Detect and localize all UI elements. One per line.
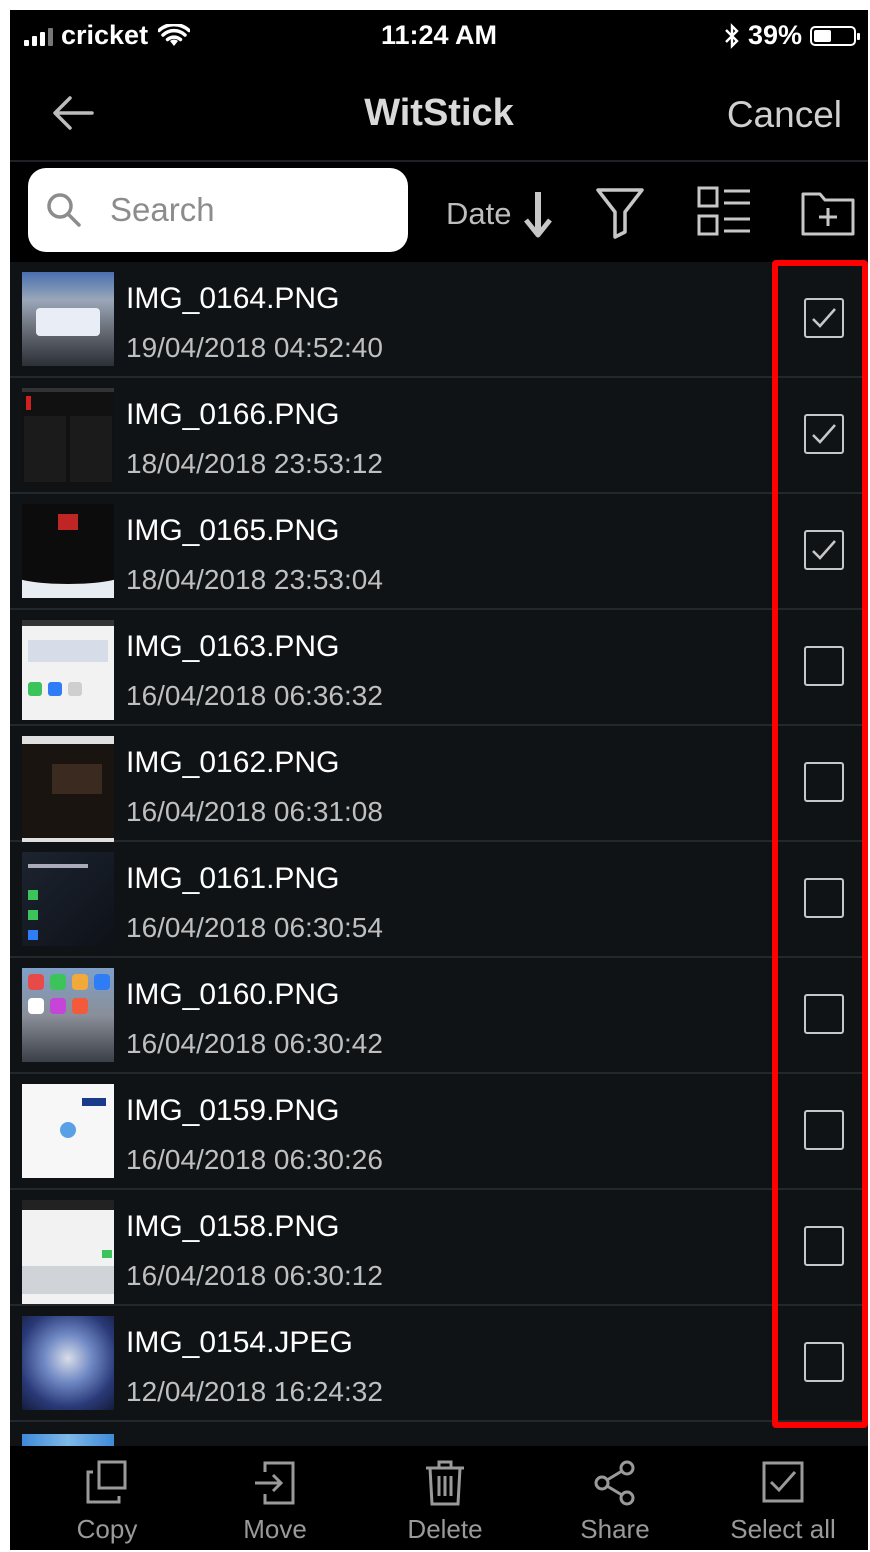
bottom-action-bar: Copy Move Delete Share Select all: [10, 1446, 868, 1550]
file-name: IMG_0164.PNG: [126, 282, 340, 315]
cancel-button[interactable]: Cancel: [727, 94, 842, 136]
sort-descending-icon: [524, 192, 553, 238]
file-name: IMG_0165.PNG: [126, 514, 340, 547]
thumbnail-image: [22, 1084, 114, 1178]
list-item[interactable]: IMG_0164.PNG 19/04/2018 04:52:40: [10, 262, 868, 378]
file-date: 16/04/2018 06:31:08: [126, 796, 383, 827]
sort-control[interactable]: Date: [446, 188, 555, 240]
thumbnail-image: [22, 736, 114, 848]
file-name: IMG_0160.PNG: [126, 978, 340, 1011]
move-button[interactable]: Move: [190, 1446, 360, 1550]
file-name: IMG_0159.PNG: [126, 1094, 340, 1127]
list-item[interactable]: IMG_0159.PNG 16/04/2018 06:30:26: [10, 1074, 868, 1190]
copy-button[interactable]: Copy: [22, 1446, 192, 1550]
file-date: 18/04/2018 23:53:12: [126, 448, 383, 479]
search-input[interactable]: [108, 184, 392, 236]
thumbnail-image: [22, 1200, 114, 1304]
view-toggle-icon[interactable]: [696, 184, 752, 240]
nav-bar: WitStick Cancel: [10, 66, 868, 162]
bluetooth-icon: [725, 22, 739, 49]
battery-percent: 39%: [747, 20, 802, 50]
file-date: 16/04/2018 06:30:26: [126, 1144, 383, 1175]
search-box[interactable]: [28, 168, 408, 252]
thumbnail-image: [22, 852, 114, 946]
list-item[interactable]: IMG_0154.JPEG 12/04/2018 16:24:32: [10, 1306, 868, 1422]
thumbnail-image: [22, 388, 114, 486]
move-label: Move: [243, 1514, 307, 1544]
select-all-label: Select all: [730, 1514, 836, 1544]
share-icon: [594, 1460, 635, 1506]
delete-label: Delete: [407, 1514, 483, 1544]
file-date: 19/04/2018 04:52:40: [126, 332, 383, 363]
thumbnail-image: [22, 272, 114, 366]
list-item[interactable]: IMG_0160.PNG 16/04/2018 06:30:42: [10, 958, 868, 1074]
status-bar: cricket 11:24 AM 39%: [10, 10, 868, 66]
sort-label: Date: [446, 196, 512, 231]
file-name: IMG_0158.PNG: [126, 1210, 340, 1243]
move-icon: [255, 1461, 295, 1505]
list-item[interactable]: IMG_0162.PNG 16/04/2018 06:31:08: [10, 726, 868, 848]
list-item[interactable]: IMG_0166.PNG 18/04/2018 23:53:12: [10, 378, 868, 494]
file-date: 16/04/2018 06:30:54: [126, 912, 383, 943]
copy-label: Copy: [76, 1514, 138, 1544]
thumbnail-image: [22, 968, 114, 1062]
app-screen: cricket 11:24 AM 39% WitStick Cancel Sea…: [10, 10, 868, 1550]
file-date: 16/04/2018 06:30:12: [126, 1260, 383, 1291]
file-date: 12/04/2018 16:24:32: [126, 1376, 383, 1407]
file-date: 16/04/2018 06:36:32: [126, 680, 383, 711]
thumbnail-image: [22, 504, 114, 598]
list-item[interactable]: IMG_0163.PNG 16/04/2018 06:36:32: [10, 610, 868, 726]
filter-icon[interactable]: [594, 184, 646, 240]
search-icon: [47, 193, 81, 227]
file-name: IMG_0163.PNG: [126, 630, 340, 663]
thumbnail-image: [22, 620, 114, 720]
toolbar: Date: [10, 162, 868, 262]
delete-button[interactable]: Delete: [360, 1446, 530, 1550]
list-item[interactable]: IMG_0161.PNG 16/04/2018 06:30:54: [10, 842, 868, 958]
new-folder-icon[interactable]: [800, 184, 856, 240]
select-all-button[interactable]: Select all: [698, 1446, 868, 1550]
share-label: Share: [580, 1514, 650, 1544]
share-button[interactable]: Share: [530, 1446, 700, 1550]
file-name: IMG_0154.JPEG: [126, 1326, 353, 1359]
battery-icon: [810, 25, 860, 46]
file-name: IMG_0162.PNG: [126, 746, 340, 779]
list-item[interactable]: IMG_0158.PNG 16/04/2018 06:30:12: [10, 1190, 868, 1306]
checkbox-column-highlight: [772, 260, 868, 1428]
file-name: IMG_0161.PNG: [126, 862, 340, 895]
file-list: IMG_0164.PNG 19/04/2018 04:52:40 IMG_016…: [10, 262, 868, 1452]
list-item[interactable]: IMG_0165.PNG 18/04/2018 23:53:04: [10, 494, 868, 610]
file-name: IMG_0166.PNG: [126, 398, 340, 431]
thumbnail-image: [22, 1316, 114, 1410]
copy-icon: [86, 1460, 127, 1504]
trash-icon: [426, 1460, 464, 1506]
select-all-icon: [762, 1461, 804, 1503]
file-date: 18/04/2018 23:53:04: [126, 564, 383, 595]
file-date: 16/04/2018 06:30:42: [126, 1028, 383, 1059]
